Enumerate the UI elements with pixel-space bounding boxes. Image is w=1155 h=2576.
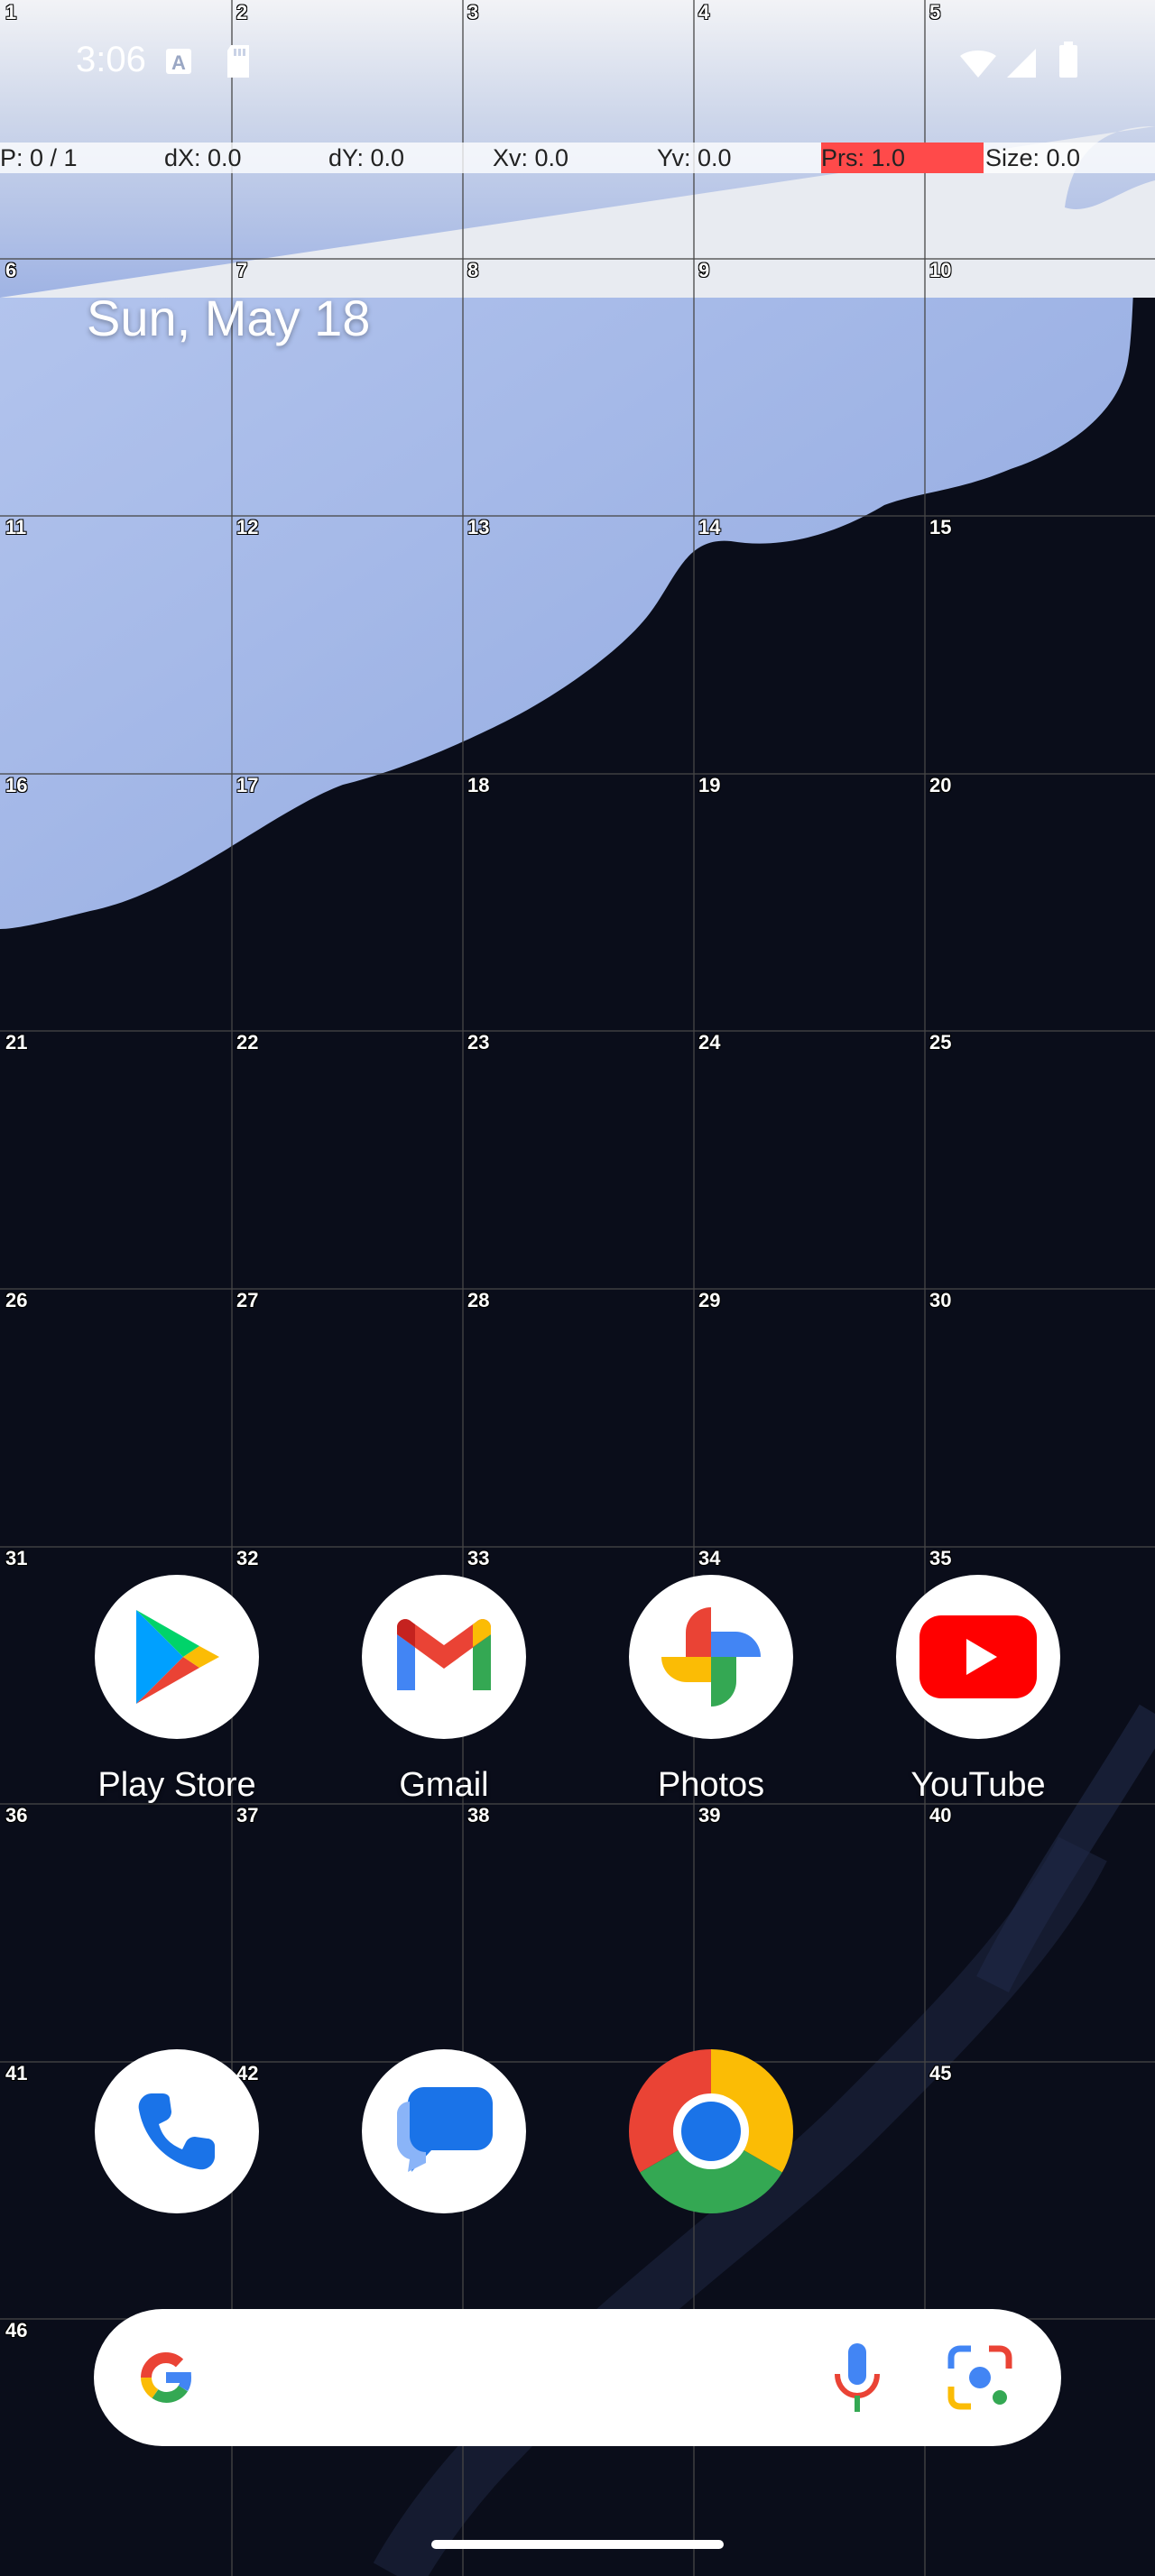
grid-cell-label: 19 [698,774,721,796]
app-photos[interactable]: Photos [603,1575,819,1805]
grid-cell-label: 13 [467,516,490,538]
grid-cell-label: 14 [698,516,721,538]
grid-cell-label: 34 [698,1547,721,1569]
messages-icon [362,2049,526,2213]
grid-line-horizontal [0,773,1155,775]
app-label: Gmail [399,1766,489,1804]
grid-cell-label: 36 [5,1804,28,1826]
google-g-icon [134,2345,199,2415]
grid-cell-label: 15 [929,516,952,538]
grid-cell-label: 12 [236,516,259,538]
grid-cell-label: 45 [929,2062,952,2084]
grid-cell-label: 38 [467,1804,490,1826]
signal-icon [1005,47,1038,84]
pointer-xv: Xv: 0.0 [493,144,569,171]
grid-cell-label: 10 [929,259,952,281]
grid-cell-label: 33 [467,1547,490,1569]
gesture-nav-handle[interactable] [431,2540,724,2549]
youtube-icon [896,1575,1060,1739]
battery-icon [1058,41,1079,84]
pointer-yv: Yv: 0.0 [657,144,732,171]
grid-cell-label: 21 [5,1031,28,1053]
microphone-icon[interactable] [828,2341,886,2418]
grid-cell-label: 25 [929,1031,952,1053]
pointer-info-bar: P: 0 / 1 dX: 0.0 dY: 0.0 Xv: 0.0 Yv: 0.0… [0,143,1155,173]
app-play-store[interactable]: Play Store [69,1575,285,1805]
svg-text:A: A [171,51,186,74]
grid-cell-label: 6 [5,259,17,281]
grid-cell-label: 9 [698,259,710,281]
app-label: YouTube [910,1766,1046,1804]
grid-cell-label: 16 [5,774,28,796]
grid-line-horizontal [0,258,1155,260]
chrome-icon [629,2049,793,2213]
grid-cell-label: 22 [236,1031,259,1053]
grid-cell-label: 24 [698,1031,721,1053]
pointer-size: Size: 0.0 [985,144,1081,171]
grid-cell-label: 30 [929,1289,952,1311]
grid-cell-label: 1 [5,1,17,23]
google-search-bar[interactable] [94,2309,1061,2446]
grid-cell-label: 17 [236,774,259,796]
pointer-dx: dX: 0.0 [164,144,242,171]
grid-cell-label: 46 [5,2319,28,2341]
grid-cell-label: 39 [698,1804,721,1826]
app-phone[interactable] [69,2049,285,2213]
grid-cell-label: 23 [467,1031,490,1053]
grid-line-horizontal [0,1546,1155,1548]
gmail-icon [362,1575,526,1739]
grid-cell-label: 4 [698,1,710,23]
grid-cell-label: 37 [236,1804,259,1826]
grid-cell-label: 27 [236,1289,259,1311]
grid-cell-label: 8 [467,259,479,281]
app-label: Play Store [97,1766,256,1804]
grid-cell-label: 28 [467,1289,490,1311]
keyboard-a-icon: A [164,47,193,80]
grid-cell-label: 41 [5,2062,28,2084]
grid-cell-label: 3 [467,1,479,23]
pointer-pressure: Prs: 1.0 [821,143,984,173]
grid-line-horizontal [0,515,1155,517]
wifi-icon [958,47,998,84]
status-bar: 3:06 A [0,34,1155,106]
grid-cell-label: 7 [236,259,248,281]
status-time: 3:06 [76,40,146,79]
grid-cell-label: 31 [5,1547,28,1569]
phone-icon [95,2049,259,2213]
app-youtube[interactable]: YouTube [870,1575,1086,1805]
date-widget[interactable]: Sun, May 18 [87,289,370,347]
play-store-icon [95,1575,259,1739]
grid-line-horizontal [0,1030,1155,1032]
lens-icon[interactable] [946,2343,1014,2416]
grid-cell-label: 35 [929,1547,952,1569]
app-label: Photos [657,1766,765,1804]
grid-cell-label: 5 [929,1,941,23]
app-gmail[interactable]: Gmail [336,1575,552,1805]
grid-cell-label: 2 [236,1,248,23]
app-chrome[interactable] [603,2049,819,2213]
grid-cell-label: 40 [929,1804,952,1826]
grid-cell-label: 26 [5,1289,28,1311]
app-messages[interactable] [336,2049,552,2213]
grid-cell-label: 11 [5,516,27,538]
sd-card-icon [226,43,251,84]
grid-cell-label: 29 [698,1289,721,1311]
pointer-dy: dY: 0.0 [328,144,405,171]
pointer-count: P: 0 / 1 [0,144,78,171]
photos-icon [629,1575,793,1739]
grid-cell-label: 18 [467,774,490,796]
grid-cell-label: 32 [236,1547,259,1569]
grid-cell-label: 20 [929,774,952,796]
grid-line-horizontal [0,1288,1155,1290]
